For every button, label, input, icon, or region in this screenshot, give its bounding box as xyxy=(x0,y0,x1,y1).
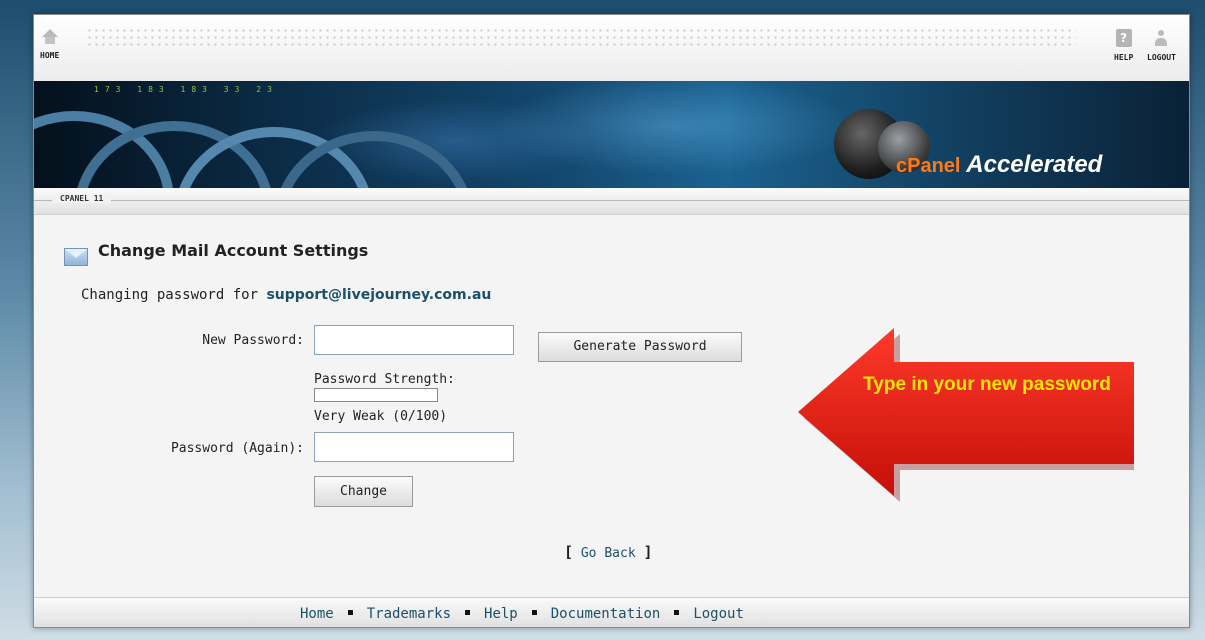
new-password-label: New Password: xyxy=(202,333,304,348)
logout-nav[interactable]: LOGOUT xyxy=(1147,29,1176,62)
footer-separator xyxy=(465,609,471,615)
footer-link-help[interactable]: Help xyxy=(484,606,518,622)
password-strength-label: Password Strength: xyxy=(314,372,455,387)
logout-label: LOGOUT xyxy=(1147,53,1176,62)
callout-arrow xyxy=(798,328,1134,502)
tab-cpanel-11: CPANEL 11 xyxy=(52,194,112,203)
footer-link-home[interactable]: Home xyxy=(300,606,334,622)
go-back: [ Go Back ] xyxy=(564,543,653,561)
help-nav[interactable]: ? HELP xyxy=(1114,29,1133,62)
home-label: HOME xyxy=(40,51,60,60)
password-again-label: Password (Again): xyxy=(170,441,304,456)
page-title: Change Mail Account Settings xyxy=(98,241,369,260)
bracket-open: [ xyxy=(564,543,574,561)
logo-brand: cPanel xyxy=(896,155,961,177)
new-password-input[interactable] xyxy=(314,325,514,355)
go-back-link[interactable]: Go Back xyxy=(581,546,636,561)
top-bar: HOME ? HELP LOGOUT xyxy=(34,15,1189,81)
footer: Home Trademarks Help Documentation Logout xyxy=(34,597,1189,627)
bracket-close: ] xyxy=(643,543,653,561)
footer-separator xyxy=(531,609,537,615)
changing-password-text: Changing password for support@livejourne… xyxy=(81,287,491,303)
callout-text: Type in your new password xyxy=(863,374,1111,395)
password-again-input[interactable] xyxy=(314,432,514,462)
divider xyxy=(34,200,1189,201)
cpanel-logo: cPanel Accelerated xyxy=(896,151,1102,179)
footer-link-trademarks[interactable]: Trademarks xyxy=(367,606,451,622)
home-nav[interactable]: HOME xyxy=(40,29,59,60)
top-bar-pattern xyxy=(86,27,1076,49)
password-strength-meter xyxy=(314,388,438,402)
mail-icon xyxy=(64,248,88,266)
account-email: support@livejourney.com.au xyxy=(266,287,492,303)
tab-strip: CPANEL 11 xyxy=(34,188,1189,215)
password-strength-text: Very Weak (0/100) xyxy=(314,409,448,424)
logo-suffix: Accelerated xyxy=(966,151,1103,178)
logout-icon xyxy=(1153,29,1169,47)
banner-digits: 173 183 183 33 23 xyxy=(94,85,278,94)
change-button[interactable]: Change xyxy=(314,476,413,507)
footer-link-documentation[interactable]: Documentation xyxy=(551,606,661,622)
footer-links: Home Trademarks Help Documentation Logout xyxy=(300,606,744,622)
footer-separator xyxy=(347,609,353,615)
generate-password-button[interactable]: Generate Password xyxy=(538,332,742,362)
changing-prefix: Changing password for xyxy=(81,287,267,303)
help-icon: ? xyxy=(1115,29,1132,47)
header-banner: 173 183 183 33 23 cPanel Accelerated xyxy=(34,81,1189,188)
footer-separator xyxy=(674,609,680,615)
home-icon xyxy=(41,29,58,45)
help-label: HELP xyxy=(1114,53,1134,62)
cpanel-window: HOME ? HELP LOGOUT 173 183 183 33 23 cPa… xyxy=(33,14,1190,628)
footer-link-logout[interactable]: Logout xyxy=(693,606,744,622)
